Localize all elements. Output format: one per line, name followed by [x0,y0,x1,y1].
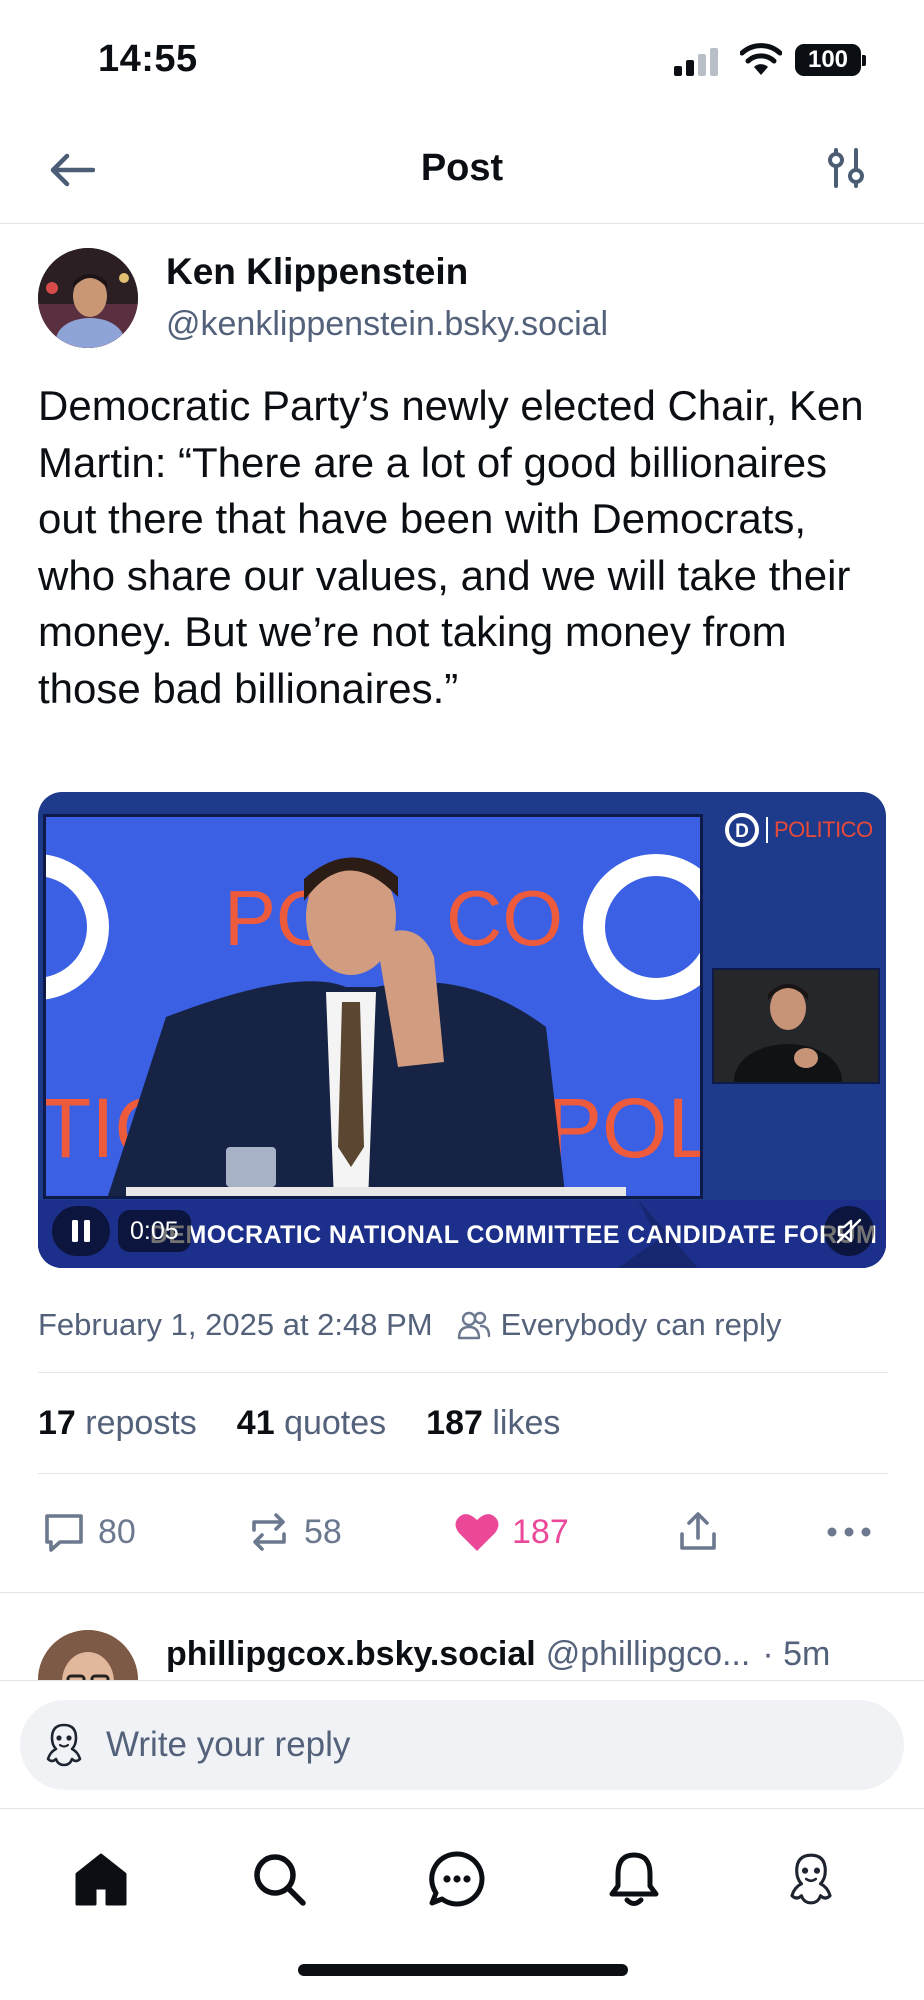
tab-notifications[interactable] [598,1843,670,1915]
reply-time: · 5m [762,1635,831,1673]
quotes-count-value: 41 [236,1403,275,1442]
repost-icon [252,1513,286,1551]
tab-home[interactable] [65,1843,137,1915]
reposts-count-label: reposts [85,1403,197,1442]
profile-avatar-icon [790,1853,832,1905]
brand-divider [766,817,768,843]
quotes-count[interactable]: 41 quotes [237,1404,386,1443]
search-icon [254,1854,306,1906]
tab-profile[interactable] [775,1843,847,1915]
tab-search[interactable] [243,1843,315,1915]
reposts-count[interactable]: 17 reposts [38,1404,197,1443]
thread-settings-button[interactable] [818,138,874,198]
video-time: 0:05 [118,1210,191,1252]
reply-button[interactable]: 80 [42,1502,136,1562]
reply-count: 80 [98,1512,136,1551]
reposts-count-value: 17 [38,1403,76,1442]
header: Post [0,120,924,224]
muted-speaker-icon [836,1218,862,1244]
likes-count-label: likes [492,1403,561,1442]
svg-text:POLI: POLI [546,1081,703,1175]
mute-button[interactable] [824,1206,874,1256]
people-icon [457,1311,490,1340]
svg-text:D: D [735,821,749,842]
comment-icon [45,1514,83,1552]
share-button[interactable] [676,1502,732,1562]
reply-author-name: phillipgcox.bsky.social [166,1635,536,1673]
post-meta: February 1, 2025 at 2:48 PM Everybody ca… [38,1302,888,1348]
battery-tip [862,55,866,66]
sliders-icon [828,148,864,188]
post-timestamp: February 1, 2025 at 2:48 PM [38,1307,433,1342]
repost-count: 58 [304,1512,342,1551]
video-player[interactable]: POL CO TIO POLI D POLITICO [38,792,886,1268]
more-options-button[interactable] [826,1502,884,1562]
share-icon [680,1512,716,1550]
post-actions: 80 58 187 [38,1502,888,1562]
wifi-icon [739,42,783,76]
post-text: Democratic Party’s newly elected Chair, … [38,382,864,712]
author-avatar[interactable] [38,248,138,348]
reply-permission[interactable]: Everybody can reply [457,1307,782,1343]
bell-icon [609,1852,659,1906]
section-divider [0,1592,924,1593]
video-banner-text: DEMOCRATIC NATIONAL COMMITTEE CANDIDATE … [150,1221,878,1249]
pause-button[interactable] [52,1206,110,1256]
svg-text:CO: CO [446,874,563,962]
page-title: Post [420,147,504,189]
video-brand-label: POLITICO [774,817,873,842]
signal-icon [674,46,720,76]
author-name[interactable]: Ken Klippenstein [166,250,468,294]
dnc-logo-icon: D [725,813,759,847]
more-dots-icon [827,1527,871,1537]
status-bar: 14:55 100 [0,0,924,120]
like-button[interactable]: 187 [454,1502,569,1562]
engagement-counts: 17 reposts 41 quotes 187 likes [38,1398,600,1448]
composer-placeholder: Write your reply [106,1725,351,1764]
video-frame: POL CO TIO POLI [43,814,703,1199]
chat-bubble-icon [429,1851,485,1907]
default-avatar-icon [46,1723,82,1767]
status-time: 14:55 [98,38,198,80]
like-count: 187 [512,1512,569,1551]
pause-icon [72,1220,90,1242]
reply-header[interactable]: phillipgcox.bsky.social @phillipgco... ·… [166,1632,886,1676]
heart-filled-icon [455,1514,499,1551]
battery-indicator: 100 [795,44,861,76]
divider [38,1473,888,1474]
likes-count-value: 187 [426,1403,483,1442]
video-brand: D POLITICO [724,810,873,850]
reply-composer[interactable]: Write your reply [20,1700,904,1790]
sign-language-interpreter-inset [712,968,880,1084]
home-indicator [298,1964,628,1976]
repost-button[interactable]: 58 [246,1502,342,1562]
divider [38,1372,888,1373]
author-handle[interactable]: @kenklippenstein.bsky.social [166,302,608,346]
reply-author-handle: @phillipgco... [545,1635,751,1673]
home-icon [75,1853,127,1906]
likes-count[interactable]: 187 likes [426,1404,560,1443]
tab-chat[interactable] [421,1843,493,1915]
quotes-count-label: quotes [284,1403,387,1442]
reply-permission-label: Everybody can reply [500,1307,782,1342]
